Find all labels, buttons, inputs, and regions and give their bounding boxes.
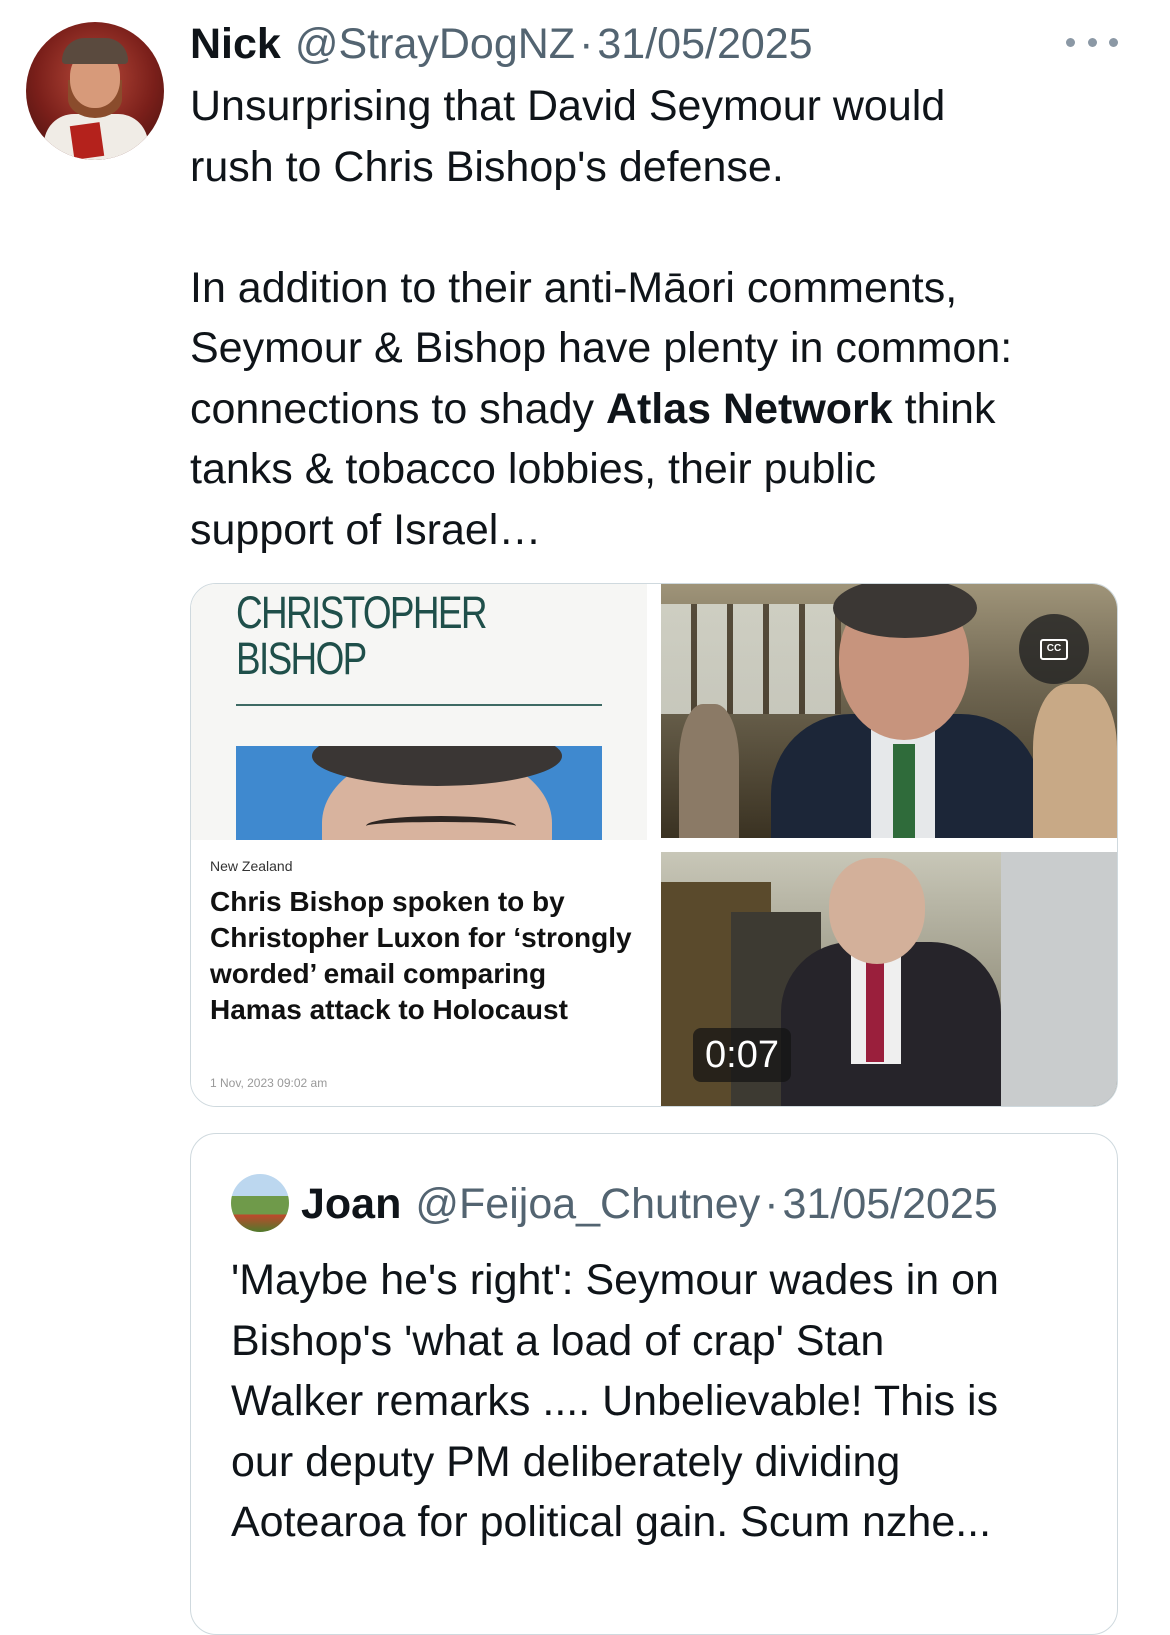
quoted-tweet[interactable]: Joan @Feijoa_Chutney · 31/05/2025 'Maybe… — [190, 1133, 1118, 1635]
avatar-cap — [62, 38, 128, 64]
tweet-text-part1: Unsurprising that David Seymour would ru… — [190, 82, 1013, 433]
more-dot — [1066, 37, 1075, 47]
portrait-eyes — [366, 816, 516, 836]
man-tie — [866, 952, 884, 1062]
quoted-tweet-header: Joan @Feijoa_Chutney · 31/05/2025 — [301, 1176, 998, 1232]
media-grid: CHRISTOPHER BISHOP New Zealand Chris Bis… — [190, 583, 1118, 1107]
author-avatar[interactable] — [26, 22, 164, 160]
quoted-author-name: Joan — [301, 1179, 402, 1228]
man-head — [829, 858, 925, 964]
article-date: 1 Nov, 2023 09:02 am — [210, 1076, 328, 1090]
article-person-title: CHRISTOPHER BISHOP — [236, 587, 488, 684]
article-headline: Chris Bishop spoken to by Christopher Lu… — [210, 886, 632, 1025]
tweet-header: Nick @StrayDogNZ · 31/05/2025 — [190, 14, 813, 74]
video-thumbnail-top[interactable]: CC — [661, 584, 1117, 838]
more-dot — [1087, 37, 1097, 47]
more-horizontal-icon[interactable] — [1066, 30, 1118, 54]
tweet-text-bold: Atlas Network — [605, 384, 893, 433]
avatar-shirt-print — [69, 122, 105, 160]
article-header-area: CHRISTOPHER BISHOP — [191, 584, 647, 840]
man-tie — [893, 744, 915, 838]
article-portrait — [236, 746, 602, 840]
quoted-tweet-text: 'Maybe he's right': Seymour wades in on … — [231, 1256, 999, 1546]
video-duration-badge: 0:07 — [693, 1028, 791, 1082]
closed-captions-button[interactable]: CC — [1019, 614, 1089, 684]
tweet: Nick @StrayDogNZ · 31/05/2025 Unsurprisi… — [0, 0, 1170, 1635]
article-divider — [236, 704, 602, 706]
tweet-date[interactable]: 31/05/2025 — [597, 20, 812, 69]
quoted-author-handle: @Feijoa_Chutney — [415, 1179, 761, 1228]
header-separator: · — [579, 19, 594, 68]
background-windows — [661, 604, 841, 714]
author-handle[interactable]: @StrayDogNZ — [295, 20, 575, 69]
background-person — [679, 704, 739, 838]
article-screenshot-image[interactable]: CHRISTOPHER BISHOP New Zealand Chris Bis… — [191, 584, 647, 1106]
closed-captions-icon: CC — [1040, 638, 1068, 660]
quoted-tweet-date: 31/05/2025 — [782, 1179, 998, 1228]
more-dot — [1109, 37, 1118, 47]
background-wall — [1001, 852, 1117, 1106]
background-woman — [1033, 684, 1117, 838]
tweet-text: Unsurprising that David Seymour would ru… — [190, 76, 1150, 560]
article-section-label: New Zealand — [210, 858, 293, 874]
author-name[interactable]: Nick — [190, 20, 281, 69]
quoted-header-separator: · — [764, 1179, 779, 1228]
quoted-author-avatar — [231, 1174, 289, 1232]
video-thumbnail-bottom[interactable]: 0:07 — [661, 852, 1117, 1106]
